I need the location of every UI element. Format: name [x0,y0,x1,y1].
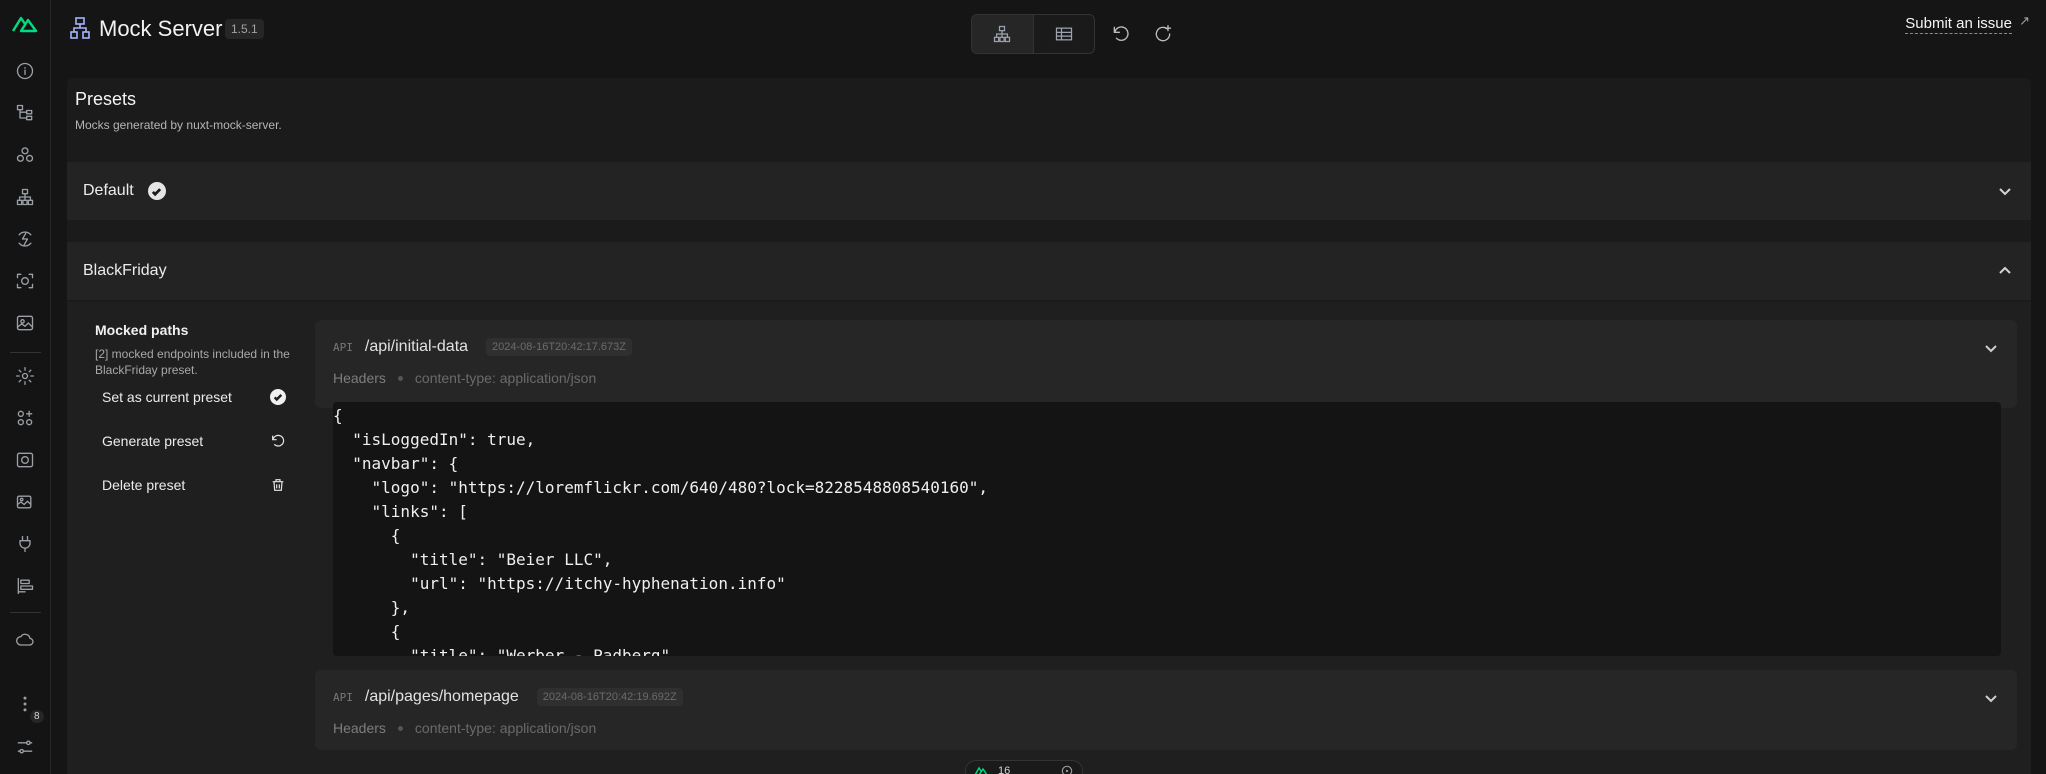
timeline-icon[interactable] [13,574,37,598]
endpoint-method: API [333,690,353,704]
preset-blackfriday-row[interactable]: BlackFriday [67,242,2031,300]
scan-icon[interactable] [13,269,37,293]
mocked-paths-title: Mocked paths [95,322,189,338]
chevron-down-icon[interactable] [1983,340,1999,356]
trash-icon [272,479,284,491]
code-line: "logo": "https://loremflickr.com/640/480… [333,478,989,497]
sliders-icon[interactable] [13,735,37,759]
devtools-sidebar: 8 [0,0,51,774]
code-line: { [333,406,343,425]
headers-label: Headers [333,370,386,386]
mock-server-icon [69,16,91,40]
settings-gear-icon[interactable] [13,364,37,388]
pages-tree-icon[interactable] [13,101,37,125]
nuxt-logo-icon [974,766,988,774]
check-circle-icon [270,389,286,405]
version-badge: 1.5.1 [225,19,264,39]
tree-view-button[interactable] [972,15,1033,53]
preset-blackfriday-body: Mocked paths [2] mocked endpoints includ… [67,302,2031,774]
chevron-down-icon[interactable] [1983,690,1999,706]
endpoint-path: /api/initial-data [364,338,469,355]
endpoint-card[interactable]: API /api/initial-data 2024-08-16T20:42:1… [315,320,2017,408]
images-icon[interactable] [13,311,37,335]
code-line: }, [333,598,411,617]
endpoint-timestamp: 2024-08-16T20:42:17.673Z [486,338,632,356]
endpoint-card[interactable]: API /api/pages/homepage 2024-08-16T20:42… [315,670,2017,750]
preset-name: Default [83,182,134,199]
code-line: "navbar": { [333,454,459,473]
generate-preset-label: Generate preset [102,433,204,449]
endpoint-timestamp: 2024-08-16T20:42:19.692Z [536,688,683,706]
plug-icon[interactable] [13,532,37,556]
code-line: "title": "Beier LLC", [333,550,613,569]
response-json-code: { "isLoggedIn": true, "navbar": { "logo"… [333,404,2001,656]
code-line: "title": "Werber - Padberg", [333,646,680,656]
delete-preset-label: Delete preset [102,477,186,493]
target-icon [1061,765,1073,774]
page-subtitle: Mocks generated by nuxt-mock-server. [75,118,282,132]
header: Mock Server 1.5.1 Submit an issue ↗ [51,0,2046,68]
code-line: { [333,526,401,545]
regenerate-icon [272,434,285,447]
sidebar-divider [10,612,41,613]
endpoint-headers: Headers content-type: application/json [333,720,596,736]
code-line: { [333,622,401,641]
header-value: content-type: application/json [414,370,597,386]
separator-dot [397,725,403,731]
code-line: "links": [ [333,502,468,521]
current-preset-check-icon [147,182,166,200]
cloud-icon[interactable] [13,628,37,652]
view-mode-toggle [971,14,1095,54]
chevron-up-icon[interactable] [1997,263,2013,279]
endpoint-method: API [333,340,353,354]
sidebar-divider [10,352,41,353]
response-json-viewer[interactable]: { "isLoggedIn": true, "navbar": { "logo"… [333,402,2001,656]
refresh-button[interactable] [1109,22,1133,46]
lightning-circle-icon[interactable] [13,227,37,251]
endpoint-header: API /api/pages/homepage 2024-08-16T20:42… [333,688,683,706]
headers-label: Headers [333,720,386,736]
app-title: Mock Server [99,16,223,41]
generate-preset-button[interactable]: Generate preset [102,429,286,453]
modules-icon[interactable] [13,406,37,430]
info-icon[interactable] [13,59,37,83]
header-value: content-type: application/json [414,720,597,736]
page-title: Presets [75,89,137,109]
preset-default-row[interactable]: Default [67,162,2031,220]
endpoint-headers: Headers content-type: application/json [333,370,596,386]
preset-name: BlackFriday [83,262,167,279]
render-count: 16 [998,765,1011,774]
endpoint-path: /api/pages/homepage [364,688,519,705]
set-current-preset-button[interactable]: Set as current preset [102,385,286,409]
sitemap-icon[interactable] [13,185,37,209]
code-line: "url": "https://itchy-hyphenation.info" [333,574,786,593]
add-preset-button[interactable] [1151,22,1175,46]
mocked-paths-description: [2] mocked endpoints included in the Bla… [95,347,290,377]
storage-icon[interactable] [13,448,37,472]
mocked-paths-panel: Mocked paths [2] mocked endpoints includ… [95,322,295,378]
nuxt-logo-icon[interactable] [11,12,39,34]
submit-issue-link[interactable]: Submit an issue [1905,15,2012,34]
assets-icon[interactable] [13,490,37,514]
table-view-button[interactable] [1032,15,1095,53]
components-icon[interactable] [13,143,37,167]
delete-preset-button[interactable]: Delete preset [102,473,286,497]
devtools-toggle-pill[interactable]: 16 [965,760,1083,774]
separator-dot [397,375,403,381]
set-current-preset-label: Set as current preset [102,389,232,405]
presets-panel: Presets Mocks generated by nuxt-mock-ser… [67,78,2031,774]
code-line: "isLoggedIn": true, [333,430,536,449]
external-link-icon: ↗ [2019,13,2030,28]
chevron-down-icon[interactable] [1997,183,2013,199]
endpoint-header: API /api/initial-data 2024-08-16T20:42:1… [333,338,632,356]
notification-badge: 8 [30,710,44,723]
